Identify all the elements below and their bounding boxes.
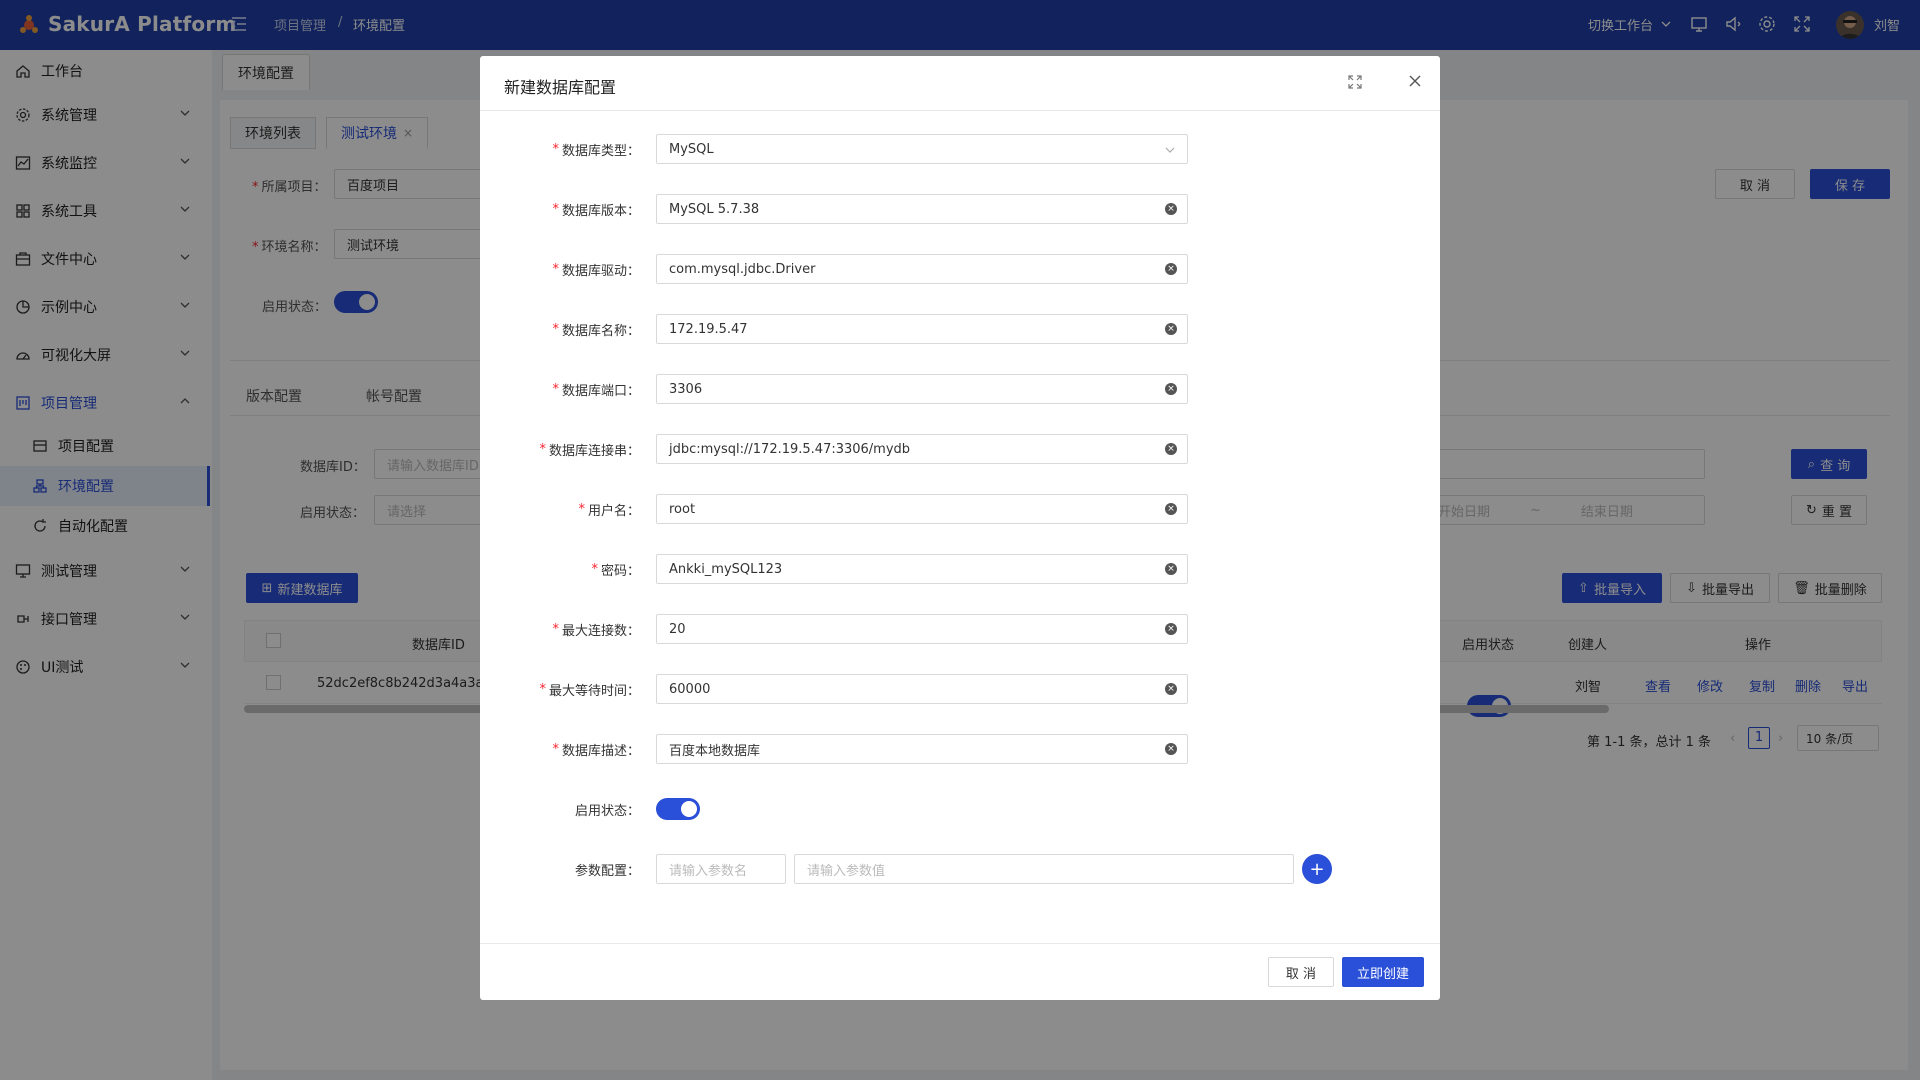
field-label: * 数据库连接串： <box>480 434 640 464</box>
field-value: 3306 <box>669 381 703 397</box>
field-label-colon: ： <box>626 323 640 339</box>
field-label-colon: ： <box>626 143 640 159</box>
field-input[interactable]: 60000 × <box>656 674 1188 704</box>
field-input[interactable]: 3306 × <box>656 374 1188 404</box>
field-label-text: 数据库名称 <box>561 323 627 339</box>
field-input[interactable]: 20 × <box>656 614 1188 644</box>
required-mark: * <box>552 741 559 757</box>
field-label-text: 最大连接数 <box>561 623 627 639</box>
modal-header-divider <box>480 110 1440 111</box>
field-label-colon: ： <box>626 443 640 459</box>
field-label-colon: ： <box>626 203 640 219</box>
clear-icon[interactable]: × <box>1165 503 1177 515</box>
clear-icon[interactable]: × <box>1165 443 1177 455</box>
field-label-colon: ： <box>626 683 640 699</box>
required-mark: * <box>552 621 559 637</box>
field-label-text: 数据库版本 <box>561 203 627 219</box>
required-mark: * <box>552 141 559 157</box>
clear-icon[interactable]: × <box>1165 623 1177 635</box>
field-label-text: 数据库描述 <box>561 743 627 759</box>
field-input[interactable]: jdbc:mysql://172.19.5.47:3306/mydb × <box>656 434 1188 464</box>
clear-icon[interactable]: × <box>1165 203 1177 215</box>
modal-status-toggle[interactable] <box>656 798 700 820</box>
clear-icon[interactable]: × <box>1165 383 1177 395</box>
field-value: root <box>669 501 696 517</box>
clear-icon[interactable]: × <box>1165 323 1177 335</box>
field-value: 20 <box>669 621 686 637</box>
required-mark: * <box>578 501 585 517</box>
required-mark: * <box>539 441 546 457</box>
field-label: * 用户名： <box>480 494 640 524</box>
close-icon[interactable] <box>1407 73 1423 89</box>
field-label-text: 数据库类型 <box>561 143 627 159</box>
clear-icon[interactable]: × <box>1165 563 1177 575</box>
field-label: * 数据库版本： <box>480 194 640 224</box>
maximize-icon[interactable] <box>1347 74 1363 90</box>
field-value: MySQL 5.7.38 <box>669 201 760 217</box>
field-input[interactable]: com.mysql.jdbc.Driver × <box>656 254 1188 284</box>
clear-icon[interactable]: × <box>1165 683 1177 695</box>
field-label-text: 数据库驱动 <box>561 263 627 279</box>
field-label: * 密码： <box>480 554 640 584</box>
required-mark: * <box>552 321 559 337</box>
field-label: * 数据库描述： <box>480 734 640 764</box>
param-name-input[interactable]: 请输入参数名 <box>656 854 786 884</box>
field-input[interactable]: MySQL 5.7.38 × <box>656 194 1188 224</box>
field-input[interactable]: root × <box>656 494 1188 524</box>
field-label-text: 最大等待时间 <box>548 683 627 699</box>
create-now-button[interactable]: 立即创建 <box>1342 957 1424 987</box>
field-label-text: 用户名 <box>587 503 627 519</box>
modal-footer-divider <box>480 943 1440 944</box>
field-value: 60000 <box>669 681 711 697</box>
modal-cancel-button[interactable]: 取 消 <box>1268 957 1334 987</box>
field-value: com.mysql.jdbc.Driver <box>669 261 816 277</box>
required-mark: * <box>539 681 546 697</box>
create-db-config-modal: 新建数据库配置 * 数据库类型： MySQL * 数据库版本： MySQL 5.7.38 ×… <box>480 56 1440 1000</box>
modal-status-label: 启用状态： <box>574 803 640 819</box>
clear-icon[interactable]: × <box>1165 263 1177 275</box>
field-input[interactable]: Ankki_mySQL123 × <box>656 554 1188 584</box>
field-value: MySQL <box>669 141 714 157</box>
field-label: * 数据库类型： <box>480 134 640 164</box>
clear-icon[interactable]: × <box>1165 743 1177 755</box>
required-mark: * <box>552 201 559 217</box>
field-label-text: 数据库连接串 <box>548 443 627 459</box>
field-value: jdbc:mysql://172.19.5.47:3306/mydb <box>669 441 911 457</box>
field-value: 百度本地数据库 <box>669 743 761 759</box>
modal-title: 新建数据库配置 <box>504 78 617 97</box>
field-input[interactable]: 百度本地数据库 × <box>656 734 1188 764</box>
param-value-input[interactable]: 请输入参数值 <box>794 854 1294 884</box>
required-mark: * <box>552 381 559 397</box>
field-label-text: 密码 <box>600 563 627 579</box>
field-label: * 最大等待时间： <box>480 674 640 704</box>
field-label: * 最大连接数： <box>480 614 640 644</box>
field-label: * 数据库名称： <box>480 314 640 344</box>
field-label-text: 数据库端口 <box>561 383 627 399</box>
field-input[interactable]: 172.19.5.47 × <box>656 314 1188 344</box>
field-value: Ankki_mySQL123 <box>669 561 783 577</box>
field-value: 172.19.5.47 <box>669 321 748 337</box>
params-label: 参数配置： <box>574 863 640 879</box>
field-label: * 数据库端口： <box>480 374 640 404</box>
field-label-colon: ： <box>626 623 640 639</box>
field-label-colon: ： <box>626 263 640 279</box>
field-label-colon: ： <box>626 563 640 579</box>
field-label-colon: ： <box>626 743 640 759</box>
required-mark: * <box>552 261 559 277</box>
field-label: * 数据库驱动： <box>480 254 640 284</box>
add-param-button[interactable]: + <box>1302 854 1332 884</box>
chevron-down-icon <box>1165 147 1175 153</box>
plus-icon: + <box>1309 858 1325 880</box>
required-mark: * <box>591 561 598 577</box>
field-label-colon: ： <box>626 383 640 399</box>
db-type-select[interactable]: MySQL <box>656 134 1188 164</box>
field-label-colon: ： <box>626 503 640 519</box>
